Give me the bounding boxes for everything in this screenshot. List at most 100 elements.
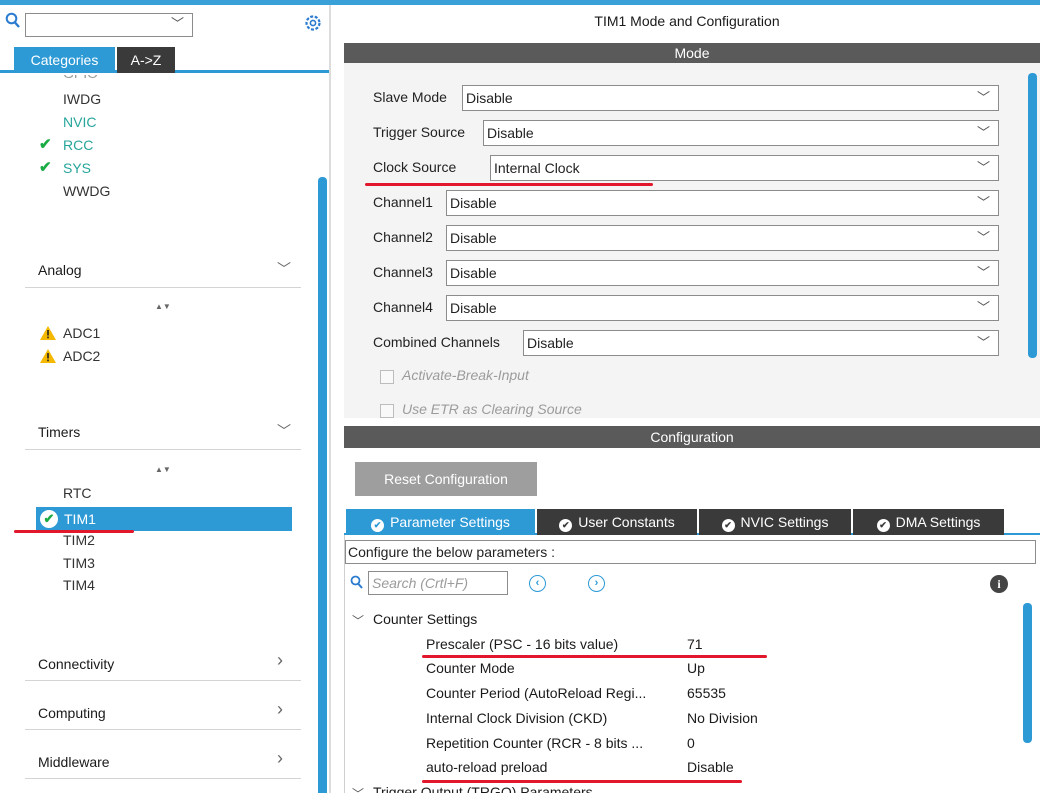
tree-item-gpio[interactable]: GPIO (63, 75, 98, 83)
tab-parameter-settings[interactable]: ✔ Parameter Settings (346, 509, 535, 535)
categories-panel: ﹀ Categories A->Z GPIO IWDG NVIC ✔ RCC ✔… (0, 5, 331, 793)
field-label: Channel4 (373, 299, 433, 315)
tab-label: User Constants (578, 514, 675, 530)
tree-item-tim3[interactable]: TIM3 (63, 553, 95, 573)
chevron-down-icon[interactable]: ﹀ (352, 785, 364, 793)
tree-item-rtc[interactable]: RTC (63, 483, 92, 503)
tab-dma-settings[interactable]: ✔ DMA Settings (853, 509, 1004, 535)
chevron-down-icon[interactable]: ﹀ (977, 191, 990, 215)
left-scrollbar-thumb[interactable] (318, 177, 327, 793)
configure-hint-bar: Configure the below parameters : (345, 540, 1036, 564)
next-match-icon[interactable]: › (588, 575, 605, 592)
parameter-search-input[interactable]: Search (Crtl+F) (368, 571, 508, 595)
activate-break-input-checkbox[interactable] (380, 370, 394, 384)
chevron-right-icon[interactable]: › (277, 699, 283, 720)
chevron-down-icon[interactable]: ﹀ (977, 261, 990, 285)
field-combined-channels: Combined Channels Disable ﹀ (373, 330, 999, 356)
info-icon[interactable]: i (990, 575, 1008, 593)
sort-icon[interactable]: ▲▼ (155, 302, 171, 312)
channel1-select[interactable]: Disable ﹀ (446, 190, 999, 216)
chevron-down-icon[interactable]: ﹀ (352, 612, 364, 629)
combined-channels-select[interactable]: Disable ﹀ (523, 330, 999, 356)
param-value[interactable]: 65535 (687, 685, 726, 701)
trigger-source-select[interactable]: Disable ﹀ (483, 120, 999, 146)
category-search-combo[interactable]: ﹀ (25, 13, 193, 37)
tab-nvic-settings[interactable]: ✔ NVIC Settings (699, 509, 851, 535)
check-icon: ✔ (39, 136, 52, 153)
group-counter-settings[interactable]: Counter Settings (373, 611, 477, 627)
tree-item-rcc[interactable]: RCC (63, 135, 93, 155)
reset-configuration-button[interactable]: Reset Configuration (355, 462, 537, 496)
category-computing[interactable]: Computing (38, 705, 106, 721)
tree-item-tim4[interactable]: TIM4 (63, 575, 95, 595)
select-value: Disable (450, 230, 497, 246)
sort-icon[interactable]: ▲▼ (155, 465, 171, 475)
field-channel2: Channel2 Disable ﹀ (373, 225, 999, 251)
tree-item-adc1[interactable]: ADC1 (63, 323, 100, 343)
param-name[interactable]: auto-reload preload (426, 759, 547, 775)
category-middleware[interactable]: Middleware (38, 754, 110, 770)
tab-label: NVIC Settings (740, 514, 829, 530)
param-value[interactable]: 0 (687, 735, 695, 751)
channel4-select[interactable]: Disable ﹀ (446, 295, 999, 321)
tree-item-tim2[interactable]: TIM2 (63, 530, 95, 550)
tree-item-tim1[interactable]: TIM1 (64, 509, 96, 529)
tree-item-adc2[interactable]: ADC2 (63, 346, 100, 366)
category-timers[interactable]: Timers (38, 424, 80, 440)
parameters-scrollbar-thumb[interactable] (1023, 603, 1032, 743)
category-connectivity[interactable]: Connectivity (38, 656, 114, 672)
category-analog[interactable]: Analog (38, 262, 82, 278)
chevron-down-icon[interactable]: ﹀ (977, 121, 990, 145)
category-tabs: Categories A->Z (0, 47, 329, 73)
channel2-select[interactable]: Disable ﹀ (446, 225, 999, 251)
gear-icon[interactable] (302, 13, 324, 35)
previous-match-icon[interactable]: ‹ (529, 575, 546, 592)
param-name[interactable]: Repetition Counter (RCR - 8 bits ... (426, 735, 643, 751)
tab-categories[interactable]: Categories (14, 47, 115, 73)
select-value: Disable (450, 195, 497, 211)
param-value[interactable]: Up (687, 660, 705, 676)
chevron-down-icon[interactable]: ﹀ (277, 259, 291, 279)
param-name[interactable]: Counter Period (AutoReload Regi... (426, 685, 646, 701)
param-value[interactable]: 71 (687, 636, 703, 652)
annotation-underline (365, 183, 653, 186)
search-icon (5, 12, 21, 30)
mode-scrollbar-thumb[interactable] (1028, 73, 1037, 358)
clock-source-select[interactable]: Internal Clock ﹀ (490, 155, 999, 181)
tab-user-constants[interactable]: ✔ User Constants (537, 509, 697, 535)
slave-mode-select[interactable]: Disable ﹀ (462, 85, 999, 111)
group-trigger-output[interactable]: Trigger Output (TRGO) Parameters (373, 784, 593, 793)
param-value[interactable]: Disable (687, 759, 734, 775)
channel3-select[interactable]: Disable ﹀ (446, 260, 999, 286)
tree-item-sys[interactable]: SYS (63, 158, 91, 178)
chevron-right-icon[interactable]: › (277, 748, 283, 769)
tab-a-z[interactable]: A->Z (117, 47, 175, 73)
param-value[interactable]: No Division (687, 710, 758, 726)
field-channel4: Channel4 Disable ﹀ (373, 295, 999, 321)
tree-item-iwdg[interactable]: IWDG (63, 89, 101, 109)
warning-icon (40, 349, 56, 363)
param-name[interactable]: Internal Clock Division (CKD) (426, 710, 607, 726)
chevron-down-icon[interactable]: ﹀ (977, 86, 990, 110)
annotation-underline (14, 530, 134, 533)
check-circle-icon: ✔ (876, 519, 890, 532)
chevron-down-icon[interactable]: ﹀ (977, 296, 990, 320)
chevron-down-icon[interactable]: ﹀ (977, 226, 990, 250)
field-label: Trigger Source (373, 124, 466, 140)
chevron-down-icon[interactable]: ﹀ (977, 331, 990, 355)
checkbox-label: Activate-Break-Input (402, 367, 529, 383)
chevron-down-icon[interactable]: ﹀ (977, 156, 990, 180)
tree-item-nvic[interactable]: NVIC (63, 112, 96, 132)
tree-item-wwdg[interactable]: WWDG (63, 181, 110, 201)
chevron-right-icon[interactable]: › (277, 650, 283, 671)
param-name[interactable]: Prescaler (PSC - 16 bits value) (426, 636, 618, 652)
divider (25, 729, 301, 730)
param-name[interactable]: Counter Mode (426, 660, 515, 676)
select-value: Internal Clock (494, 160, 580, 176)
chevron-down-icon[interactable]: ﹀ (277, 421, 291, 441)
tab-label: Parameter Settings (390, 514, 510, 530)
chevron-down-icon[interactable]: ﹀ (171, 13, 184, 32)
tab-label: DMA Settings (895, 514, 981, 530)
warning-icon (40, 326, 56, 340)
use-etr-checkbox[interactable] (380, 404, 394, 418)
